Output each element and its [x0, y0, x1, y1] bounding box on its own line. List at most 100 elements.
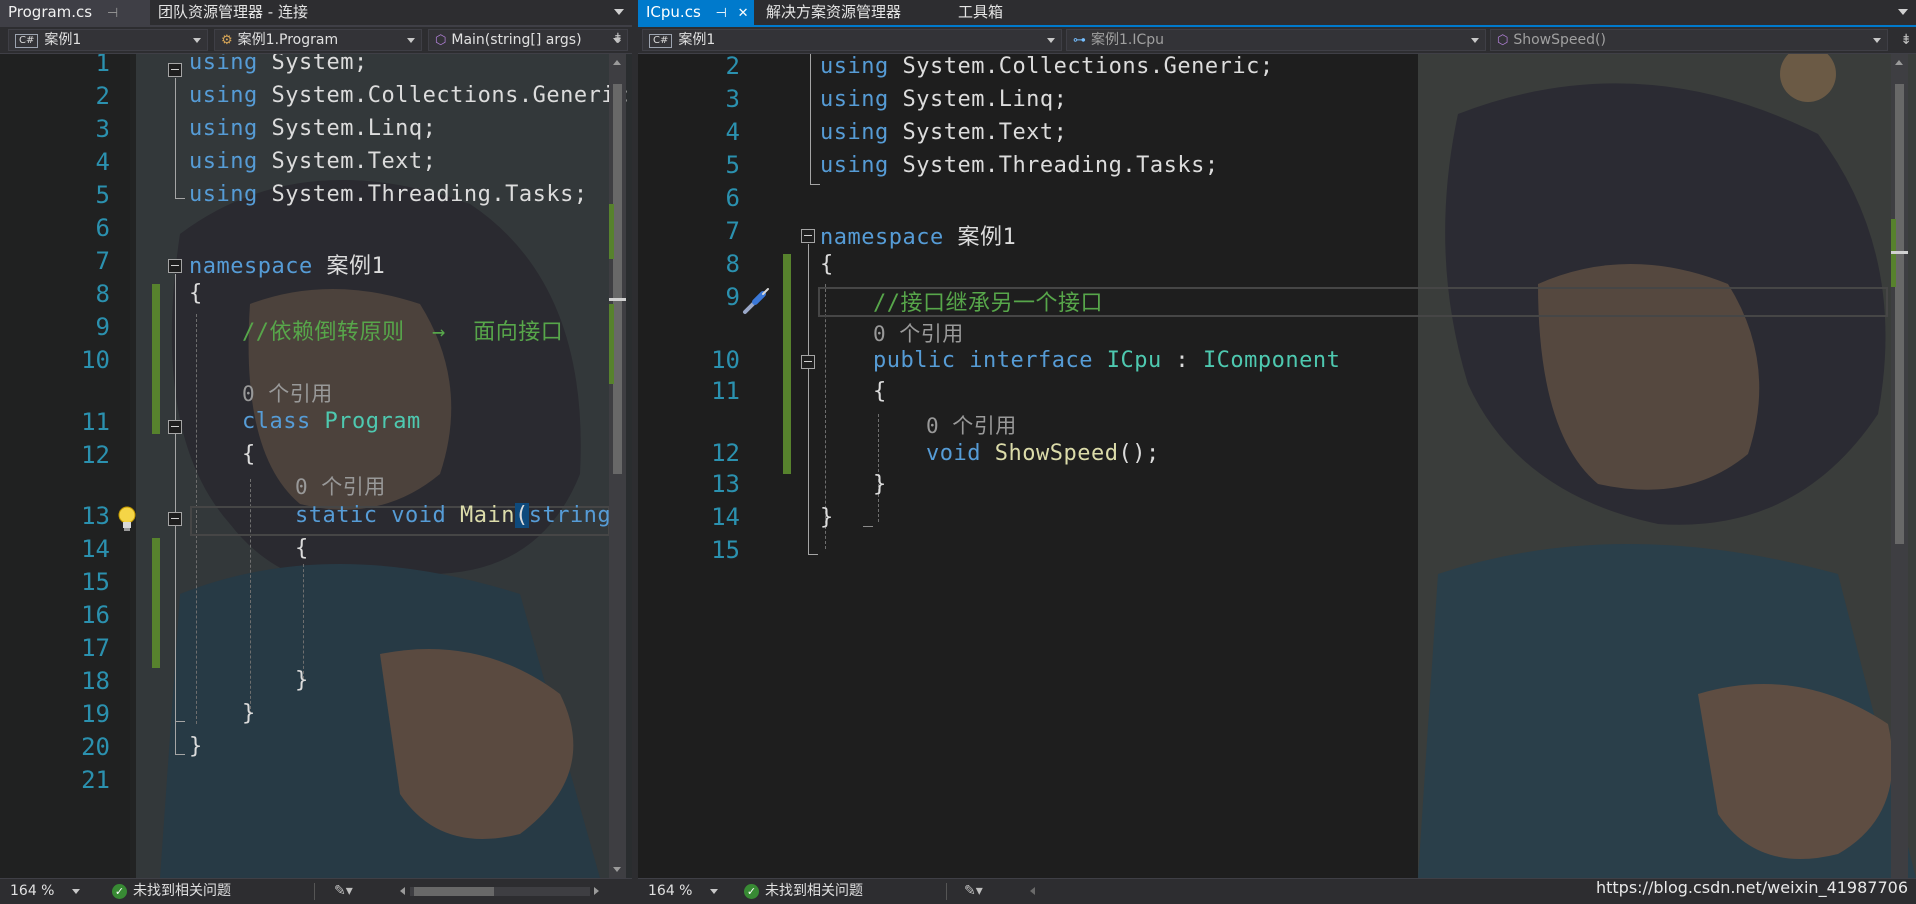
left-editor-pane: Program.cs ⊣ 团队资源管理器 - 连接 C# 案例1 ⚙ 案例1.Pro…	[0, 0, 632, 904]
right-code-editor[interactable]: 2 3 4 5 6 7 8 9 10 11 12 13 14 15 using …	[638, 54, 1916, 878]
project-dropdown[interactable]: C# 案例1	[642, 29, 1062, 51]
line-number: 4	[725, 118, 740, 146]
screwdriver-icon[interactable]	[741, 286, 771, 316]
member-dropdown[interactable]: ⬡ ShowSpeed()	[1490, 29, 1888, 51]
line-number: 14	[711, 503, 740, 531]
changed-lines-bar	[783, 254, 791, 474]
collapse-toggle[interactable]	[168, 512, 182, 526]
scroll-up-arrow-icon[interactable]	[613, 60, 621, 65]
code-line-7: namespace 案例1	[189, 254, 386, 279]
code-lens-refs[interactable]: 0 个引用	[926, 410, 1017, 440]
brush-icon[interactable]: ✎▾	[964, 879, 983, 903]
chevron-down-icon	[193, 38, 201, 43]
interface-name: 案例1.ICpu	[1091, 32, 1165, 48]
line-number: 10	[81, 346, 110, 374]
code-line-2: using System.Collections.Generic;	[820, 54, 1274, 79]
scroll-left-arrow-icon[interactable]	[400, 887, 405, 895]
chevron-down-icon	[1471, 38, 1479, 43]
scroll-thumb[interactable]	[613, 84, 622, 474]
collapse-toggle[interactable]	[801, 355, 815, 369]
close-icon[interactable]: ✕	[738, 1, 749, 26]
code-line-13: static void Main(string	[295, 503, 612, 528]
line-number: 8	[725, 250, 740, 278]
collapse-toggle[interactable]	[168, 63, 182, 77]
interface-dropdown[interactable]: ⊶ 案例1.ICpu	[1066, 29, 1486, 51]
caret-position-marker	[609, 298, 626, 301]
divider	[946, 883, 947, 900]
collapse-toggle[interactable]	[168, 259, 182, 273]
scroll-thumb[interactable]	[1895, 84, 1904, 544]
method-icon: ⬡	[1497, 33, 1509, 48]
code-lens-refs[interactable]: 0 个引用	[295, 471, 386, 501]
lightbulb-icon[interactable]	[116, 505, 138, 533]
left-tab-strip: Program.cs ⊣ 团队资源管理器 - 连接	[0, 0, 632, 27]
collapse-toggle[interactable]	[801, 229, 815, 243]
line-number: 4	[95, 148, 110, 176]
tab-program-cs[interactable]: Program.cs ⊣	[0, 0, 150, 25]
project-name: 案例1	[44, 32, 82, 48]
right-navigation-bar: C# 案例1 ⊶ 案例1.ICpu ⬡ ShowSpeed() ⇟	[638, 27, 1916, 54]
tab-overflow-chevron-icon[interactable]	[614, 9, 624, 15]
outline-line	[863, 526, 873, 527]
line-number: 3	[725, 85, 740, 113]
zoom-level[interactable]: 164 %	[648, 879, 692, 903]
issues-status[interactable]: 未找到相关问题	[133, 879, 231, 903]
code-line-8: {	[189, 281, 203, 306]
pin-icon[interactable]: ⊣	[107, 1, 118, 26]
split-icon[interactable]: ⇟	[1900, 32, 1912, 48]
member-dropdown[interactable]: ⬡ Main(string[] args)	[428, 29, 628, 51]
code-line-10: public interface ICpu : IComponent	[873, 348, 1341, 373]
csharp-project-icon: C#	[649, 34, 673, 48]
left-horizontal-scrollbar[interactable]	[410, 887, 590, 896]
line-number: 15	[81, 568, 110, 596]
right-vertical-scrollbar[interactable]	[1891, 54, 1908, 878]
scroll-up-arrow-icon[interactable]	[1895, 60, 1903, 65]
left-code-editor[interactable]: 1 2 3 4 5 6 7 8 9 10 11 12 13 14 15 16 1…	[0, 54, 632, 878]
chevron-down-icon	[407, 38, 415, 43]
tab-label: 解决方案资源管理器	[766, 3, 902, 21]
left-vertical-scrollbar[interactable]	[609, 54, 626, 878]
code-line-7: namespace 案例1	[820, 225, 1017, 250]
code-line-4: using System.Text;	[189, 149, 437, 174]
line-number: 19	[81, 700, 110, 728]
scroll-down-arrow-icon[interactable]	[613, 867, 621, 872]
line-number: 16	[81, 601, 110, 629]
scroll-left-arrow-icon[interactable]	[1030, 887, 1035, 895]
indent-guide	[303, 564, 304, 679]
brush-icon[interactable]: ✎▾	[334, 879, 353, 903]
change-marker	[609, 304, 614, 384]
code-lens-refs[interactable]: 0 个引用	[242, 378, 333, 408]
tab-toolbox[interactable]: 工具箱	[950, 0, 1003, 25]
code-line-4: using System.Text;	[820, 120, 1068, 145]
scroll-thumb[interactable]	[414, 887, 494, 896]
tab-label: ICpu.cs	[646, 3, 701, 21]
tab-icpu-cs[interactable]: ICpu.cs ⊣ ✕	[638, 0, 754, 25]
pin-icon[interactable]: ⊣	[716, 1, 727, 26]
collapse-toggle[interactable]	[168, 420, 182, 434]
changed-lines-bar	[152, 538, 160, 668]
changed-lines-bar	[152, 284, 160, 434]
scroll-right-arrow-icon[interactable]	[594, 887, 599, 895]
line-number: 15	[711, 536, 740, 564]
project-dropdown[interactable]: C# 案例1	[8, 29, 208, 51]
left-navigation-bar: C# 案例1 ⚙ 案例1.Program ⬡ Main(string[] args)	[0, 27, 632, 54]
class-dropdown[interactable]: ⚙ 案例1.Program	[214, 29, 422, 51]
line-number: 7	[95, 247, 110, 275]
chevron-down-icon[interactable]	[710, 889, 718, 894]
outline-line	[175, 754, 185, 755]
tab-solution-explorer[interactable]: 解决方案资源管理器	[758, 0, 901, 25]
issues-status[interactable]: 未找到相关问题	[765, 879, 863, 903]
tab-overflow-chevron-icon[interactable]	[1898, 9, 1908, 15]
outline-line	[810, 184, 820, 185]
code-line-13: }	[873, 472, 887, 497]
chevron-down-icon[interactable]	[72, 889, 80, 894]
zoom-level[interactable]: 164 %	[10, 879, 54, 903]
code-line-2: using System.Collections.Generic	[189, 83, 629, 108]
code-lens-refs[interactable]: 0 个引用	[873, 318, 964, 348]
outline-line	[175, 721, 185, 722]
line-number: 7	[725, 217, 740, 245]
split-icon[interactable]: ⇟	[612, 31, 628, 47]
tab-team-explorer[interactable]: 团队资源管理器 - 连接	[150, 0, 308, 25]
chevron-down-icon	[1047, 38, 1055, 43]
tab-label: 工具箱	[958, 3, 1004, 21]
